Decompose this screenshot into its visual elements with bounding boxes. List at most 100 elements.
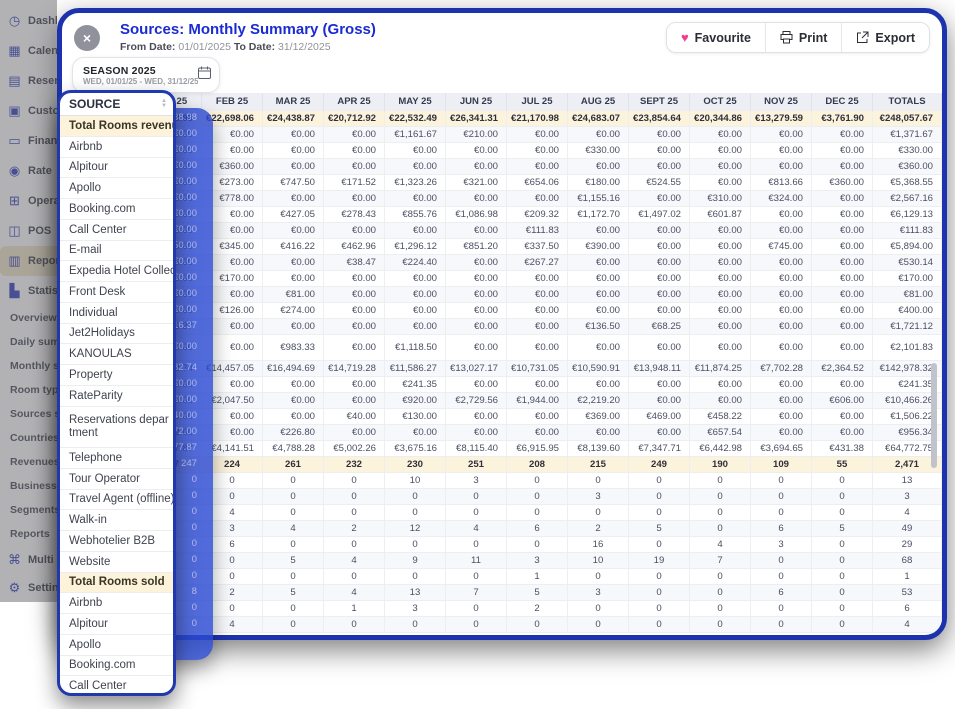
print-button[interactable]: Print: [764, 23, 842, 52]
multi-icon: ⌘: [8, 552, 21, 567]
sidebar-subitem-revenues[interactable]: Revenues: [0, 450, 57, 474]
close-button[interactable]: ×: [74, 25, 100, 51]
sidebar-subitem-reports[interactable]: Reports: [0, 522, 57, 546]
table-row-jet2holidays: 0400000000004: [141, 617, 942, 633]
export-label: Export: [875, 30, 915, 45]
cell: €321.00: [446, 175, 507, 191]
vertical-scrollbar[interactable]: [931, 363, 937, 468]
cell: 9: [385, 553, 446, 569]
customers-icon: ▣: [8, 103, 21, 118]
cell: 0: [446, 505, 507, 521]
cell: €0.00: [812, 409, 873, 425]
source-row-apollo[interactable]: Apollo: [60, 178, 173, 199]
cell: 5: [812, 521, 873, 537]
cell: €0.00: [751, 207, 812, 223]
cell: €0.00: [507, 159, 568, 175]
sidebar-item-custo[interactable]: ▣ Custo: [0, 96, 57, 126]
cell: €0.00: [812, 143, 873, 159]
sidebar-subitem-room-typ[interactable]: Room typ: [0, 378, 57, 402]
source-row-property[interactable]: Property: [60, 365, 173, 386]
season-selector[interactable]: SEASON 2025 WED, 01/01/25 - WED, 31/12/2…: [72, 57, 220, 93]
source-row-booking-com[interactable]: Booking.com: [60, 656, 173, 677]
source-row-expedia-hotel-collect[interactable]: Expedia Hotel Collect: [60, 261, 173, 282]
sidebar-item-dashb[interactable]: ◷ Dashb: [0, 6, 57, 36]
cell: €1,086.98: [446, 207, 507, 223]
sidebar-subitem-overview[interactable]: Overview: [0, 306, 57, 330]
cell: 0: [751, 489, 812, 505]
source-row-rateparity[interactable]: RateParity: [60, 386, 173, 407]
source-row-reservations-department[interactable]: Reservations department: [60, 407, 173, 448]
sidebar-subitem-monthly-s[interactable]: Monthly s: [0, 354, 57, 378]
source-row-total-rooms-revenue[interactable]: Total Rooms revenue: [60, 116, 173, 137]
column-header-mar-25: MAR 25: [263, 93, 324, 111]
favourite-button[interactable]: ♥ Favourite: [666, 23, 765, 52]
cell: 0: [385, 489, 446, 505]
source-row-front-desk[interactable]: Front Desk: [60, 282, 173, 303]
sidebar-item-settin[interactable]: ⚙ Settin: [0, 574, 57, 602]
cell: €0.00: [446, 303, 507, 319]
column-header-jun-25: JUN 25: [446, 93, 507, 111]
cell: €0.00: [324, 287, 385, 303]
source-row-airbnb[interactable]: Airbnb: [60, 137, 173, 158]
source-row-apollo[interactable]: Apollo: [60, 635, 173, 656]
sidebar-item-opera[interactable]: ⊞ Opera: [0, 186, 57, 216]
source-row-individual[interactable]: Individual: [60, 303, 173, 324]
sidebar-item-rate[interactable]: ◉ Rate: [0, 156, 57, 186]
cell: 0: [690, 473, 751, 489]
cell: €0.00: [324, 143, 385, 159]
sidebar-item-reser[interactable]: ▤ Reser: [0, 66, 57, 96]
cell: €1,497.02: [629, 207, 690, 223]
source-row-travel-agent-offline[interactable]: Travel Agent (offline): [60, 490, 173, 511]
source-row-call-center[interactable]: Call Center: [60, 220, 173, 241]
source-row-airbnb[interactable]: Airbnb: [60, 593, 173, 614]
source-row-tour-operator[interactable]: Tour Operator: [60, 469, 173, 490]
sidebar-subitem-businesse[interactable]: Businesse: [0, 474, 57, 498]
source-row-jet2holidays[interactable]: Jet2Holidays: [60, 324, 173, 345]
sidebar-item-repor[interactable]: ▥ Repor: [0, 246, 57, 276]
cell: €0.00: [751, 335, 812, 361]
source-row-webhotelier-b2b[interactable]: Webhotelier B2B: [60, 531, 173, 552]
cell: €11,586.27: [385, 361, 446, 377]
sidebar-item-multi[interactable]: ⌘ Multi: [0, 546, 57, 574]
export-button[interactable]: Export: [841, 23, 929, 52]
source-row-kanoulas[interactable]: KANOULAS: [60, 344, 173, 365]
sort-icon[interactable]: ▲ ▼: [161, 98, 167, 109]
sidebar-subitem-sources-s[interactable]: Sources s: [0, 402, 57, 426]
cell: 0: [385, 617, 446, 633]
cell: €248,057.67: [873, 111, 942, 127]
source-row-call-center[interactable]: Call Center: [60, 676, 173, 693]
source-row-e-mail[interactable]: E-mail: [60, 241, 173, 262]
cell: 0: [629, 585, 690, 601]
cell: 0: [812, 489, 873, 505]
cell: €0.00: [263, 377, 324, 393]
sidebar-subitem-countries[interactable]: Countries: [0, 426, 57, 450]
source-row-total-rooms-sold[interactable]: Total Rooms sold: [60, 572, 173, 594]
sidebar-subitem-daily-sum[interactable]: Daily sum: [0, 330, 57, 354]
cell: €0.00: [507, 409, 568, 425]
cell: 0: [263, 505, 324, 521]
sidebar-item-finan[interactable]: ▭ Finan: [0, 126, 57, 156]
cell: 1: [324, 601, 385, 617]
sidebar-item-statis[interactable]: ▙ Statis: [0, 276, 58, 306]
source-row-booking-com[interactable]: Booking.com: [60, 199, 173, 220]
source-row-website[interactable]: Website: [60, 552, 173, 573]
cell: 0: [812, 473, 873, 489]
cell: 0: [385, 537, 446, 553]
cell: €0.00: [690, 127, 751, 143]
cell: €0.00: [751, 287, 812, 303]
table-row-call-center: €0.00€778.00€0.00€0.00€0.00€0.00€0.00€1,…: [141, 191, 942, 207]
sidebar-item-calen[interactable]: ▦ Calen: [0, 36, 57, 66]
source-row-telephone[interactable]: Telephone: [60, 448, 173, 469]
finance-icon: ▭: [8, 133, 21, 148]
cell: 6: [751, 585, 812, 601]
cell: 10: [385, 473, 446, 489]
cell: 0: [446, 601, 507, 617]
cell: €2,219.20: [568, 393, 629, 409]
source-row-alpitour[interactable]: Alpitour: [60, 614, 173, 635]
source-row-walk-in[interactable]: Walk-in: [60, 510, 173, 531]
cell: 215: [568, 457, 629, 473]
sidebar-subitem-segments[interactable]: Segments: [0, 498, 57, 522]
sidebar-item-pos[interactable]: ◫ POS: [0, 216, 57, 246]
source-row-alpitour[interactable]: Alpitour: [60, 158, 173, 179]
cell: €0.00: [751, 159, 812, 175]
